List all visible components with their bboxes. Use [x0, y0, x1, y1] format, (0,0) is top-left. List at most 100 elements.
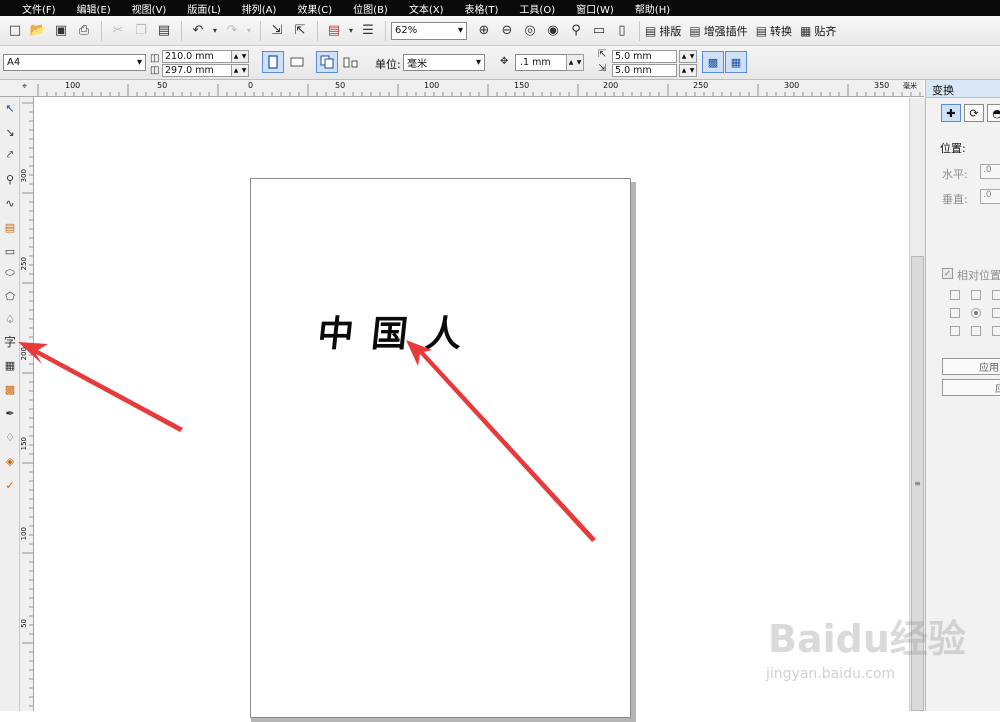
nudge-spinner[interactable]: ▲ ▼ [566, 54, 584, 71]
zoom-in-icon[interactable]: ⊕ [473, 20, 495, 42]
anchor-point[interactable] [950, 290, 960, 300]
anchor-point[interactable] [950, 326, 960, 336]
zoom-width-icon[interactable]: ▭ [588, 20, 610, 42]
menu-effects[interactable]: 效果(C) [297, 1, 332, 16]
zoom-all-icon[interactable]: ◉ [542, 20, 564, 42]
rectangle-tool-icon[interactable]: ▭ [0, 241, 20, 261]
menu-tools[interactable]: 工具(O) [519, 1, 555, 16]
nudge-distance-field[interactable]: .1 mm [515, 54, 567, 71]
options-icon[interactable]: ☰ [357, 20, 379, 42]
blend-tool-icon[interactable]: ▩ [0, 379, 20, 399]
pick-tool-icon[interactable]: ↖ [0, 98, 20, 118]
crop-tool-icon[interactable]: ⤤ [0, 145, 20, 165]
menu-edit[interactable]: 编辑(E) [77, 1, 111, 16]
vertical-position-field[interactable]: .0 [980, 189, 1000, 204]
freehand-tool-icon[interactable]: ∿ [0, 193, 20, 213]
current-page-button[interactable] [340, 51, 362, 73]
anchor-point[interactable] [992, 326, 1000, 336]
horizontal-ruler[interactable]: 100 50 0 50 100 150 200 250 300 350 毫米 [34, 80, 924, 97]
menu-bitmaps[interactable]: 位图(B) [353, 1, 388, 16]
page-height-field[interactable]: 297.0 mm [162, 64, 232, 77]
portrait-orientation-button[interactable] [262, 51, 284, 73]
menu-help[interactable]: 帮助(H) [635, 1, 670, 16]
landscape-orientation-button[interactable] [286, 51, 308, 73]
duplicate-x-spinner[interactable]: ▲ ▼ [679, 50, 697, 63]
redo-icon[interactable]: ↷ [221, 20, 243, 42]
menu-table[interactable]: 表格(T) [465, 1, 499, 16]
export-icon[interactable]: ⇱ [289, 20, 311, 42]
eyedropper-tool-icon[interactable]: ✒ [0, 403, 20, 423]
rotate-mode-icon[interactable]: ⟳ [964, 104, 984, 122]
menu-text[interactable]: 文本(X) [409, 1, 444, 16]
ellipse-tool-icon[interactable]: ⬭ [0, 263, 20, 283]
apply-to-duplicate-button[interactable]: 应用到 [942, 358, 1000, 375]
position-mode-icon[interactable]: ✚ [941, 104, 961, 122]
landscape-icon [290, 57, 304, 67]
anchor-point[interactable] [950, 308, 960, 318]
open-folder-icon[interactable]: 📂 [27, 20, 49, 42]
all-pages-button[interactable] [316, 51, 338, 73]
vertical-ruler[interactable]: 300 250 200 150 100 50 [20, 97, 34, 711]
zoom-selected-icon[interactable]: ◎ [519, 20, 541, 42]
anchor-point[interactable] [992, 308, 1000, 318]
import-icon[interactable]: ⇲ [266, 20, 288, 42]
undo-dropdown-icon[interactable]: ▾ [210, 20, 220, 42]
ruler-origin-corner[interactable]: ⌖ [0, 80, 34, 97]
paper-size-select[interactable]: A4 ▾ [3, 54, 146, 71]
plugin-button[interactable]: ▤ 增强插件 [689, 23, 747, 39]
zoom-height-icon[interactable]: ▯ [611, 20, 633, 42]
duplicate-x-field[interactable]: 5.0 mm [612, 50, 677, 63]
page[interactable] [250, 178, 631, 718]
table-tool-icon[interactable]: ▦ [0, 355, 20, 375]
menu-window[interactable]: 窗口(W) [576, 1, 614, 16]
smart-fill-tool-icon[interactable]: ▤ [0, 217, 20, 237]
zoom-page-icon[interactable]: ⚲ [565, 20, 587, 42]
cut-icon[interactable]: ✂ [107, 20, 129, 42]
apply-button[interactable]: 应 [942, 379, 1000, 396]
anchor-point-center[interactable] [971, 308, 981, 318]
menu-arrange[interactable]: 排列(A) [242, 1, 277, 16]
zoom-tool-icon[interactable]: ⚲ [0, 169, 20, 189]
zoom-level-select[interactable]: 62% ▾ [391, 21, 467, 40]
page-height-spinner[interactable]: ▲ ▼ [231, 64, 249, 77]
outline-tool-icon[interactable]: ♢ [0, 427, 20, 447]
save-icon[interactable]: ▣ [50, 20, 72, 42]
unit-select[interactable]: 毫米 ▾ [403, 54, 485, 71]
convert-button[interactable]: ▤ 转换 [756, 23, 792, 39]
relative-position-checkbox[interactable]: ✓ [942, 268, 953, 279]
treat-as-filled-button[interactable]: ▩ [702, 51, 724, 73]
application-launcher-icon[interactable]: ▤ [323, 20, 345, 42]
copy-icon[interactable]: ❐ [130, 20, 152, 42]
anchor-point[interactable] [971, 290, 981, 300]
duplicate-y-field[interactable]: 5.0 mm [612, 64, 677, 77]
anchor-point[interactable] [971, 326, 981, 336]
snap-to-objects-button[interactable]: ▦ [725, 51, 747, 73]
basic-shapes-tool-icon[interactable]: ♤ [0, 309, 20, 329]
page-width-field[interactable]: 210.0 mm [162, 50, 232, 63]
layout-button[interactable]: ▤ 排版 [645, 23, 681, 39]
undo-icon[interactable]: ↶ [187, 20, 209, 42]
new-document-icon[interactable]: □ [4, 20, 26, 42]
shape-tool-icon[interactable]: ↘ [0, 122, 20, 142]
menu-layout[interactable]: 版面(L) [187, 1, 220, 16]
scale-mode-icon[interactable]: ◓ [987, 104, 1000, 122]
page-width-spinner[interactable]: ▲ ▼ [231, 50, 249, 63]
redo-dropdown-icon[interactable]: ▾ [244, 20, 254, 42]
anchor-point[interactable] [992, 290, 1000, 300]
layout-icon: ▤ [645, 23, 657, 38]
paste-icon[interactable]: ▤ [153, 20, 175, 42]
fill-tool-icon[interactable]: ◈ [0, 451, 20, 471]
horizontal-position-field[interactable]: .0 [980, 164, 1000, 179]
launcher-dropdown-icon[interactable]: ▾ [346, 20, 356, 42]
zoom-out-icon[interactable]: ⊖ [496, 20, 518, 42]
text-tool-icon[interactable]: 字 [0, 331, 20, 351]
artistic-text[interactable]: 中国人 [315, 305, 482, 357]
menu-view[interactable]: 视图(V) [132, 1, 167, 16]
docker-title-tab[interactable]: 变换 [926, 80, 1000, 98]
duplicate-y-spinner[interactable]: ▲ ▼ [679, 64, 697, 77]
print-icon[interactable]: ⎙ [73, 20, 95, 42]
snap-button[interactable]: ▦ 贴齐 [800, 23, 836, 39]
interactive-fill-tool-icon[interactable]: ✓ [0, 475, 20, 495]
menu-file[interactable]: 文件(F) [22, 1, 56, 16]
polygon-tool-icon[interactable]: ⬠ [0, 286, 20, 306]
